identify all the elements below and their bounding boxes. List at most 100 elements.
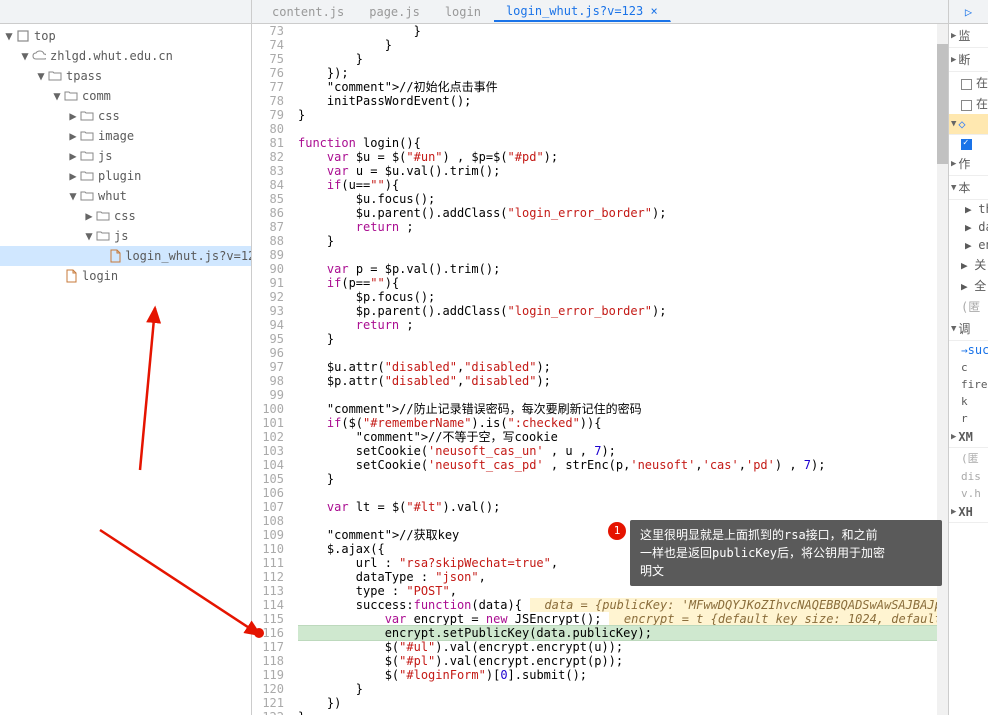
line-number[interactable]: 104	[252, 458, 284, 472]
line-number[interactable]: 79	[252, 108, 284, 122]
code-line[interactable]: $p.parent().addClass("login_error_border…	[298, 304, 937, 318]
line-number[interactable]: 74	[252, 38, 284, 52]
code-line[interactable]	[298, 346, 937, 360]
scope-var[interactable]: ▶ th	[949, 200, 988, 218]
frame-row[interactable]: →suc	[949, 341, 988, 359]
special-section[interactable]: ▼◇	[949, 114, 988, 135]
line-number[interactable]: 109	[252, 528, 284, 542]
toggle-icon[interactable]: ▶	[68, 131, 78, 141]
scope-var[interactable]: ▶ da	[949, 218, 988, 236]
toggle-icon[interactable]: ▶	[84, 211, 94, 221]
line-number[interactable]: 110	[252, 542, 284, 556]
code-line[interactable]: var p = $p.val().trim();	[298, 262, 937, 276]
line-number[interactable]: 103	[252, 444, 284, 458]
line-number[interactable]: 118	[252, 654, 284, 668]
line-number[interactable]: 98	[252, 374, 284, 388]
scrollbar-thumb[interactable]	[937, 44, 948, 164]
code-line[interactable]: }	[298, 332, 937, 346]
line-number[interactable]: 119	[252, 668, 284, 682]
line-number[interactable]: 75	[252, 52, 284, 66]
resume-icon[interactable]: ▷	[965, 5, 972, 19]
line-number[interactable]: 73	[252, 24, 284, 38]
line-number[interactable]: 111	[252, 556, 284, 570]
line-number[interactable]: 76	[252, 66, 284, 80]
vertical-scrollbar[interactable]	[937, 24, 948, 715]
line-number[interactable]: 94	[252, 318, 284, 332]
code-line[interactable]: }	[298, 24, 937, 38]
scope-section[interactable]: ▶作	[949, 152, 988, 176]
code-line[interactable]	[298, 388, 937, 402]
code-line[interactable]: return ;	[298, 220, 937, 234]
tab-content-js[interactable]: content.js	[260, 3, 357, 21]
code-line[interactable]: initPassWordEvent();	[298, 94, 937, 108]
tree-item-plugin[interactable]: ▶plugin	[0, 166, 251, 186]
code-line[interactable]: if(p==""){	[298, 276, 937, 290]
watch-section[interactable]: ▶监	[949, 24, 988, 48]
code-line[interactable]: $u.parent().addClass("login_error_border…	[298, 206, 937, 220]
line-number[interactable]: 77	[252, 80, 284, 94]
line-number[interactable]: 82	[252, 150, 284, 164]
code-line[interactable]	[298, 122, 937, 136]
tab-page-js[interactable]: page.js	[357, 3, 433, 21]
code-line[interactable]: success:function(data){ data = {publicKe…	[298, 598, 937, 612]
line-number[interactable]: 122	[252, 710, 284, 715]
line-number[interactable]: 106	[252, 486, 284, 500]
code-line[interactable]: setCookie('neusoft_cas_pd' , strEnc(p,'n…	[298, 458, 937, 472]
line-number[interactable]: 87	[252, 220, 284, 234]
toggle-icon[interactable]: ▼	[84, 231, 94, 241]
code-line[interactable]: var $u = $("#un") , $p=$("#pd");	[298, 150, 937, 164]
line-number[interactable]: 84	[252, 178, 284, 192]
line-number[interactable]: 90	[252, 262, 284, 276]
line-number[interactable]: 78	[252, 94, 284, 108]
line-number[interactable]: 97	[252, 360, 284, 374]
tree-item-login-whut-js-v-123[interactable]: login_whut.js?v=123	[0, 246, 251, 266]
line-number[interactable]: 114	[252, 598, 284, 612]
tree-item-css[interactable]: ▶css	[0, 106, 251, 126]
line-number[interactable]: 88	[252, 234, 284, 248]
tree-item-image[interactable]: ▶image	[0, 126, 251, 146]
xh-section[interactable]: ▶XH	[949, 502, 988, 523]
scope-var[interactable]: ▶ 全	[949, 275, 988, 296]
line-number[interactable]: 80	[252, 122, 284, 136]
line-number[interactable]: 92	[252, 290, 284, 304]
line-number[interactable]: 115	[252, 612, 284, 626]
tree-item-top[interactable]: ▼top	[0, 26, 251, 46]
debugger-controls[interactable]: ▷	[949, 0, 988, 24]
code-line[interactable]: if(u==""){	[298, 178, 937, 192]
code-line[interactable]: $("#pl").val(encrypt.encrypt(p));	[298, 654, 937, 668]
line-number[interactable]: 108	[252, 514, 284, 528]
code-line[interactable]: }	[298, 234, 937, 248]
code-line[interactable]: "comment">//初始化点击事件	[298, 80, 937, 94]
toggle-icon[interactable]: ▼	[4, 31, 14, 41]
line-number[interactable]: 93	[252, 304, 284, 318]
tree-item-js[interactable]: ▼js	[0, 226, 251, 246]
toggle-icon[interactable]: ▶	[68, 151, 78, 161]
code-line[interactable]: type : "POST",	[298, 584, 937, 598]
code-line[interactable]: $p.focus();	[298, 290, 937, 304]
code-line[interactable]: $u.attr("disabled","disabled");	[298, 360, 937, 374]
code-line[interactable]: "comment">//不等于空，写cookie	[298, 430, 937, 444]
code-line[interactable]: $u.focus();	[298, 192, 937, 206]
code-line[interactable]: if($("#rememberName").is(":checked")){	[298, 416, 937, 430]
code-line[interactable]: }	[298, 682, 937, 696]
line-number[interactable]: 95	[252, 332, 284, 346]
toggle-icon[interactable]: ▼	[20, 51, 30, 61]
toggle-icon[interactable]: ▼	[52, 91, 62, 101]
var-row[interactable]: fire	[949, 376, 988, 393]
code-line[interactable]: var lt = $("#lt").val();	[298, 500, 937, 514]
code-line[interactable]: "comment">//防止记录错误密码，每次要刷新记住的密码	[298, 402, 937, 416]
code-line[interactable]: function login(){	[298, 136, 937, 150]
toggle-icon[interactable]: ▶	[68, 111, 78, 121]
code-line[interactable]: setCookie('neusoft_cas_un' , u , 7);	[298, 444, 937, 458]
line-number[interactable]: 121	[252, 696, 284, 710]
var-row[interactable]: k	[949, 393, 988, 410]
code-line[interactable]: return ;	[298, 318, 937, 332]
line-number[interactable]: 102	[252, 430, 284, 444]
tree-item-comm[interactable]: ▼comm	[0, 86, 251, 106]
line-number[interactable]: 81	[252, 136, 284, 150]
tab-login-whut-js-v-123--[interactable]: login_whut.js?v=123 ×	[494, 2, 671, 22]
scope-var[interactable]: ▶ 关	[949, 254, 988, 275]
line-number[interactable]: 117	[252, 640, 284, 654]
line-number[interactable]: 120	[252, 682, 284, 696]
toggle-icon[interactable]: ▼	[68, 191, 78, 201]
